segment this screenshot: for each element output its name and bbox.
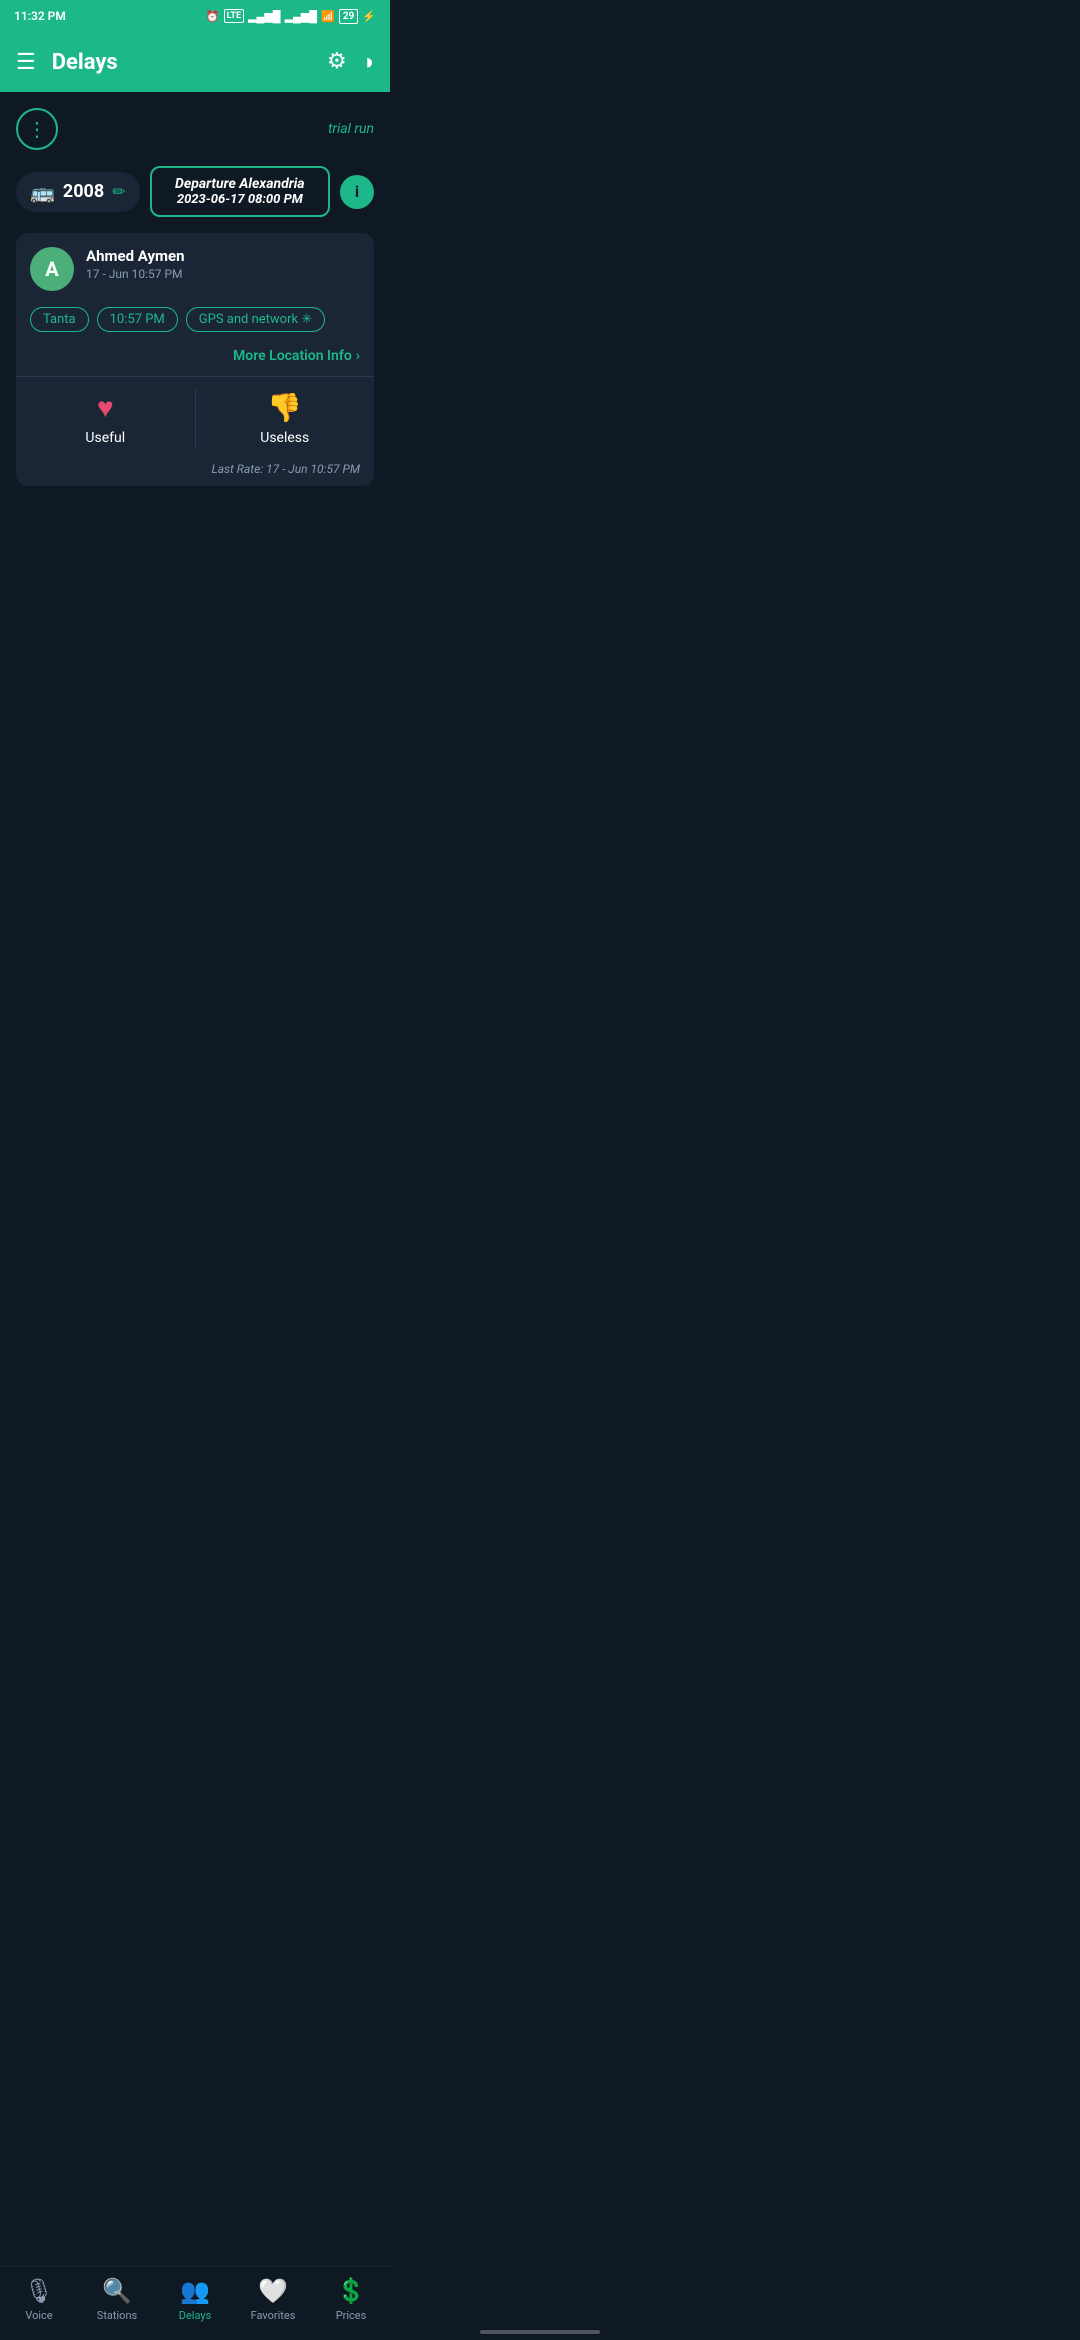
signal-icon1: ▂▄▆█ [248, 10, 281, 23]
app-title: Delays [52, 50, 327, 75]
more-location-label: More Location Info [233, 348, 352, 364]
tag-time[interactable]: 10:57 PM [97, 307, 178, 332]
nav-item-delays[interactable]: 👥 Delays [156, 2277, 234, 2322]
user-info: Ahmed Aymen 17 - Jun 10:57 PM [86, 247, 360, 281]
useful-label: Useful [85, 430, 125, 446]
alarm-icon: ⏰ [206, 10, 220, 23]
heart-icon: ♥ [97, 391, 114, 424]
departure-box[interactable]: Departure Alexandria 2023-06-17 08:00 PM [150, 166, 330, 217]
chevron-right-icon: › [356, 348, 360, 364]
departure-city: Departure Alexandria [164, 176, 316, 192]
train-number: 2008 [63, 181, 104, 202]
train-badge[interactable]: 🚌 2008 ✏ [16, 172, 140, 212]
info-icon-button[interactable]: i [340, 175, 374, 209]
tag-location[interactable]: Tanta [30, 307, 89, 332]
search-icon: 🔍 [102, 2277, 132, 2305]
people-icon: 👥 [180, 2277, 210, 2305]
user-name: Ahmed Aymen [86, 247, 360, 265]
useless-button[interactable]: 👎 Useless [196, 377, 375, 460]
report-time: 17 - Jun 10:57 PM [86, 267, 360, 281]
last-rate: Last Rate: 17 - Jun 10:57 PM [16, 460, 374, 486]
useless-label: Useless [260, 430, 309, 446]
departure-datetime: 2023-06-17 08:00 PM [164, 192, 316, 207]
home-indicator [480, 2330, 600, 2334]
train-info-row: 🚌 2008 ✏ Departure Alexandria 2023-06-17… [16, 166, 374, 217]
lte-icon: LTE [224, 9, 245, 23]
rating-row: ♥ Useful 👎 Useless [16, 377, 374, 460]
nav-item-voice[interactable]: 🎙 Voice [0, 2277, 78, 2322]
useful-button[interactable]: ♥ Useful [16, 377, 195, 460]
settings-icon[interactable]: ⚙ [327, 49, 347, 75]
battery-indicator: 29 [339, 9, 358, 24]
nav-item-favorites[interactable]: 🤍 Favorites [234, 2277, 312, 2322]
app-bar-actions: ⚙ ◑ [327, 49, 374, 75]
prices-icon: 💲 [336, 2277, 366, 2305]
report-card: A Ahmed Aymen 17 - Jun 10:57 PM Tanta 10… [16, 233, 374, 486]
nav-label-voice: Voice [25, 2309, 52, 2322]
charging-icon: ⚡ [362, 10, 376, 23]
tag-gps[interactable]: GPS and network ✳ [186, 307, 325, 332]
top-row: ⋮ trial run [16, 108, 374, 150]
more-options-button[interactable]: ⋮ [16, 108, 58, 150]
nav-label-prices: Prices [336, 2309, 367, 2322]
nav-label-favorites: Favorites [251, 2309, 296, 2322]
tags-row: Tanta 10:57 PM GPS and network ✳ [16, 301, 374, 342]
edit-icon[interactable]: ✏ [112, 182, 125, 201]
nav-item-stations[interactable]: 🔍 Stations [78, 2277, 156, 2322]
status-time: 11:32 PM [14, 9, 66, 23]
user-avatar: A [30, 247, 74, 291]
status-icons: ⏰ LTE ▂▄▆█ ▂▄▆█ 📶 29 ⚡ [206, 9, 376, 24]
signal-icon2: ▂▄▆█ [285, 10, 318, 23]
report-header: A Ahmed Aymen 17 - Jun 10:57 PM [16, 233, 374, 301]
nav-label-stations: Stations [97, 2309, 137, 2322]
train-icon: 🚌 [30, 180, 55, 204]
more-location-button[interactable]: More Location Info › [16, 342, 374, 376]
content-area: ⋮ trial run 🚌 2008 ✏ Departure Alexandri… [0, 92, 390, 518]
trial-run-label: trial run [328, 121, 374, 137]
thumbs-down-icon: 👎 [267, 391, 302, 424]
more-vert-icon: ⋮ [27, 117, 47, 141]
bottom-nav: 🎙 Voice 🔍 Stations 👥 Delays 🤍 Favorites … [0, 2266, 390, 2340]
wifi-icon: 📶 [321, 10, 335, 23]
brightness-icon[interactable]: ◑ [361, 49, 374, 75]
menu-icon[interactable]: ☰ [16, 50, 36, 75]
app-bar: ☰ Delays ⚙ ◑ [0, 32, 390, 92]
favorites-icon: 🤍 [258, 2277, 288, 2305]
nav-label-delays: Delays [179, 2309, 212, 2322]
microphone-icon: 🎙 [24, 2277, 54, 2305]
nav-item-prices[interactable]: 💲 Prices [312, 2277, 390, 2322]
status-bar: 11:32 PM ⏰ LTE ▂▄▆█ ▂▄▆█ 📶 29 ⚡ [0, 0, 390, 32]
